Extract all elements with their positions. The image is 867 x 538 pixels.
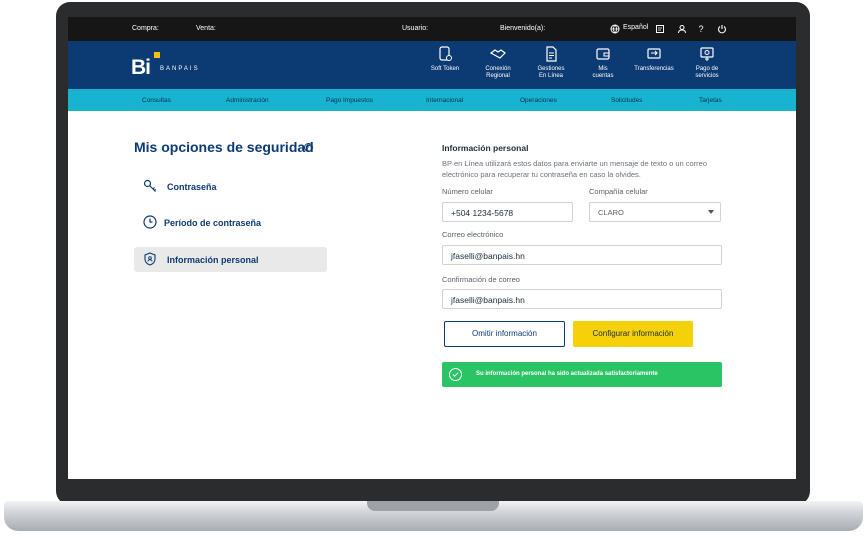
laptop-frame: Compra: Venta: Usuario: Bienvenido(a): E… [0, 0, 867, 538]
globe-icon[interactable] [609, 23, 621, 35]
screen: Compra: Venta: Usuario: Bienvenido(a): E… [68, 17, 796, 479]
nav-mis-cuentas[interactable]: Mis cuentas [578, 45, 628, 80]
clock-icon [143, 215, 157, 229]
company-select-value: CLARO [598, 208, 624, 217]
venta-label: Venta: [196, 25, 216, 32]
nav-mis-label-1: Mis [598, 66, 608, 72]
subnav-internacional[interactable]: Internacional [426, 97, 463, 104]
nav-pago-label-2: servicios [695, 73, 719, 79]
section-description: BP en Línea utilizará estos datos para e… [442, 159, 708, 179]
nav-conexion-label-2: Regional [486, 73, 510, 79]
subnav-consultas[interactable]: Consultas [142, 97, 171, 104]
email-label: Correo electrónico [442, 230, 504, 239]
laptop-base-notch [367, 501, 499, 511]
main-navbar: Bi BANPAIS Soft Token Conexión Regional [68, 41, 796, 89]
skip-info-button[interactable]: Omitir información [444, 321, 565, 347]
handshake-icon [489, 49, 506, 59]
subnav-administracion[interactable]: Administración [226, 97, 269, 104]
subnav-operaciones[interactable]: Operaciones [520, 97, 557, 104]
section-title: Información personal [442, 143, 529, 153]
document-icon [546, 46, 557, 62]
security-option-personal-info[interactable]: Información personal [134, 247, 327, 272]
logo-accent [154, 52, 160, 58]
configure-info-button[interactable]: Configurar información [573, 321, 693, 347]
nav-transferencias[interactable]: Transferencias [629, 45, 679, 73]
transfer-icon [647, 48, 661, 59]
chevron-down-icon [708, 210, 714, 214]
help-icon[interactable]: ? [695, 23, 707, 35]
nav-pago-label-1: Pago de [695, 66, 719, 72]
security-option-password-period[interactable]: Período de contraseña [134, 210, 327, 235]
confirm-email-label: Confirmación de correo [442, 275, 520, 284]
key-icon [143, 179, 157, 192]
phone-input[interactable]: +504 1234-5678 [442, 202, 573, 222]
user-settings-icon[interactable] [676, 23, 688, 35]
success-message: Su información personal ha sido actualiz… [476, 371, 658, 377]
power-icon[interactable] [716, 23, 728, 35]
security-option-password[interactable]: Contraseña [134, 174, 327, 199]
nav-mis-label-2: cuentas [592, 73, 614, 79]
usuario-label: Usuario: [402, 25, 429, 32]
nav-conexion-regional[interactable]: Conexión Regional [473, 45, 523, 80]
compra-label: Compra: [132, 25, 159, 32]
company-label: Compañía celular [589, 187, 648, 196]
logo[interactable]: Bi [131, 56, 151, 80]
top-bar: Compra: Venta: Usuario: Bienvenido(a): E… [68, 17, 796, 41]
nav-conexion-label-1: Conexión [485, 66, 511, 72]
security-option-period-label: Período de contraseña [164, 218, 262, 228]
bienvenido-label: Bienvenido(a): [500, 25, 546, 32]
bill-payment-icon [700, 47, 714, 61]
nav-gestiones-en-linea[interactable]: Gestiones En Línea [526, 45, 576, 80]
sub-navbar: Consultas Administración Pago Impuestos … [68, 89, 796, 111]
nav-gestiones-label-2: En Línea [538, 73, 564, 79]
token-device-icon [439, 46, 452, 61]
confirm-email-input[interactable]: jfaselli@banpais.hn [442, 289, 722, 309]
nav-transferencias-label: Transferencias [634, 66, 674, 72]
email-input[interactable]: jfaselli@banpais.hn [442, 245, 722, 265]
wallet-icon [596, 48, 610, 60]
nav-gestiones-label-1: Gestiones [537, 66, 565, 72]
subnav-pago-impuestos[interactable]: Pago Impuestos [326, 97, 373, 104]
subnav-tarjetas[interactable]: Tarjetas [699, 97, 722, 104]
security-option-personal-label: Información personal [167, 255, 259, 265]
brand-name: BANPAIS [160, 66, 200, 72]
shield-user-icon [144, 252, 156, 266]
nav-soft-token[interactable]: Soft Token [420, 45, 470, 73]
phone-label: Número celular [442, 187, 493, 196]
nav-pago-servicios[interactable]: Pago de servicios [682, 45, 732, 80]
success-alert: Su información personal ha sido actualiz… [442, 362, 722, 387]
help-circle-icon[interactable]: ? [304, 143, 313, 152]
security-option-password-label: Contraseña [167, 182, 217, 192]
page-title: Mis opciones de seguridad [134, 139, 314, 155]
nav-soft-token-label: Soft Token [430, 66, 460, 72]
language-selector[interactable]: Español [623, 24, 648, 31]
subnav-solicitudes[interactable]: Solicitudes [611, 97, 642, 104]
company-select[interactable]: CLARO [589, 202, 721, 222]
check-circle-icon [449, 368, 462, 381]
notes-icon[interactable] [654, 23, 666, 35]
